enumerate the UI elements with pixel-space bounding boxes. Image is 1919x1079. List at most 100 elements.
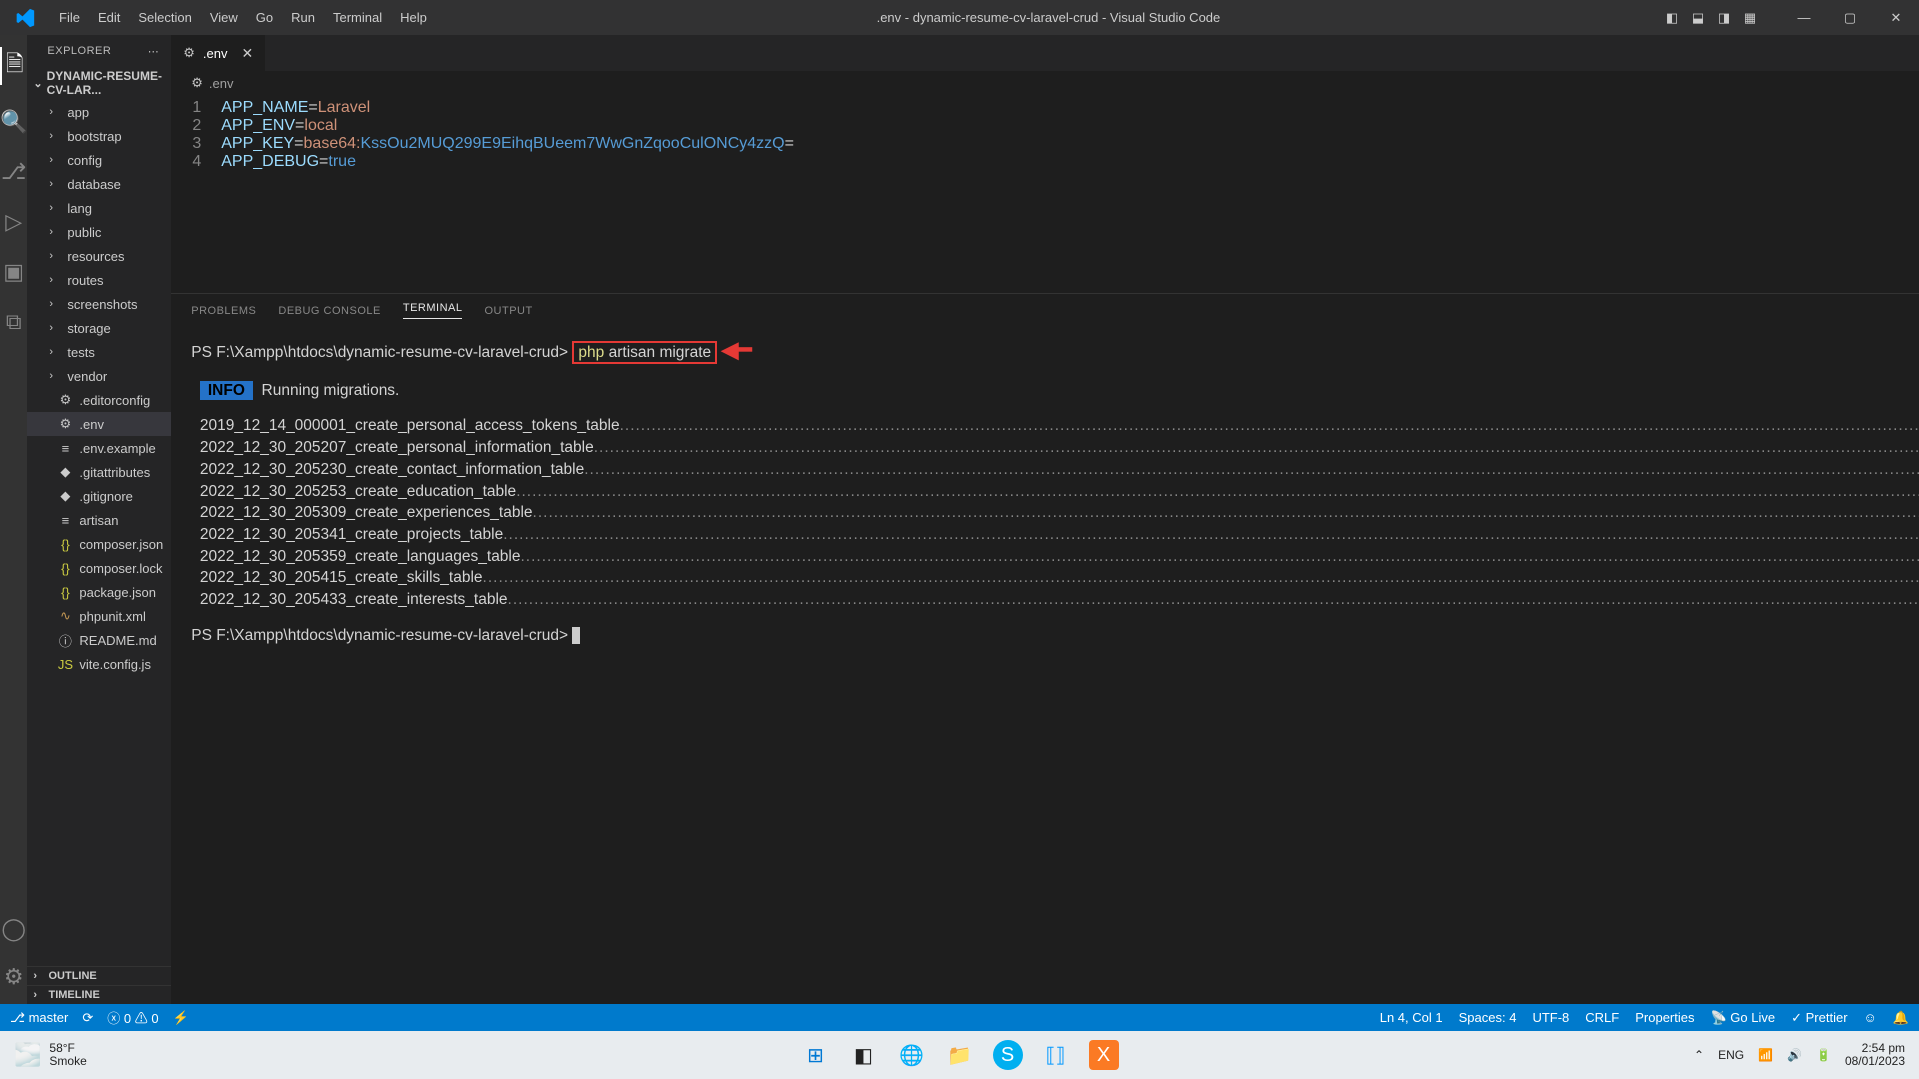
start-button[interactable]: ⊞ (801, 1040, 831, 1070)
tab-debug-console[interactable]: DEBUG CONSOLE (278, 305, 380, 317)
maximize-icon[interactable]: ▢ (1827, 10, 1873, 26)
file-icon: {} (57, 585, 73, 600)
file-label: .gitattributes (79, 465, 150, 480)
search-icon[interactable]: 🔍 (0, 109, 27, 135)
breadcrumb[interactable]: ⚙ .env (171, 71, 1919, 95)
timeline-section[interactable]: › TIMELINE (27, 985, 171, 1004)
live-server-icon[interactable]: ⚡ (173, 1010, 189, 1026)
folder-public[interactable]: ›public (27, 220, 171, 244)
tab-problems[interactable]: PROBLEMS (191, 305, 256, 317)
workspace-root[interactable]: ⌄ DYNAMIC-RESUME-CV-LAR... (27, 66, 171, 100)
menu-selection[interactable]: Selection (129, 10, 200, 25)
clock-date: 08/01/2023 (1845, 1055, 1905, 1068)
battery-icon[interactable]: 🔋 (1816, 1048, 1831, 1062)
file-.editorconfig[interactable]: ⚙.editorconfig (27, 388, 171, 412)
task-view-icon[interactable]: ◧ (849, 1040, 879, 1070)
problems-status[interactable]: ⓧ 0 ⚠ 0 (107, 1008, 158, 1027)
folder-bootstrap[interactable]: ›bootstrap (27, 124, 171, 148)
feedback-icon[interactable]: ☺ (1864, 1010, 1877, 1025)
menu-go[interactable]: Go (247, 10, 282, 25)
customize-layout-icon[interactable]: ▦ (1739, 10, 1761, 26)
explorer-more-icon[interactable]: ⋯ (148, 45, 160, 58)
close-tab-icon[interactable]: ✕ (241, 45, 253, 62)
folder-app[interactable]: ›app (27, 100, 171, 124)
chrome-icon[interactable]: 🌐 (897, 1040, 927, 1070)
accounts-icon[interactable]: ◯ (1, 916, 26, 942)
file-artisan[interactable]: ≡artisan (27, 508, 171, 532)
wifi-icon[interactable]: 📶 (1758, 1048, 1773, 1062)
file-vite.config.js[interactable]: JSvite.config.js (27, 652, 171, 676)
outline-section[interactable]: › OUTLINE (27, 966, 171, 985)
menu-edit[interactable]: Edit (89, 10, 129, 25)
run-debug-icon[interactable]: ▷ (5, 209, 22, 235)
extensions-icon[interactable]: ▣ (3, 259, 24, 285)
folder-label: tests (67, 345, 94, 360)
main-menu: File Edit Selection View Go Run Terminal… (50, 10, 436, 25)
file-icon: ⚙ (57, 416, 73, 432)
toggle-primary-sidebar-icon[interactable]: ◧ (1661, 10, 1683, 26)
source-control-icon[interactable]: ⎇ (1, 159, 26, 185)
volume-icon[interactable]: 🔊 (1787, 1048, 1802, 1062)
folder-resources[interactable]: ›resources (27, 244, 171, 268)
tab-output[interactable]: OUTPUT (484, 305, 532, 317)
folder-routes[interactable]: ›routes (27, 268, 171, 292)
notifications-icon[interactable]: 🔔 (1893, 1010, 1909, 1026)
sync-icon[interactable]: ⟳ (82, 1010, 93, 1026)
code-editor[interactable]: 1APP_NAME=Laravel 2APP_ENV=local 3APP_KE… (171, 95, 1919, 175)
tray-overflow-icon[interactable]: ⌃ (1694, 1048, 1704, 1062)
encoding[interactable]: UTF-8 (1532, 1010, 1569, 1025)
menu-file[interactable]: File (50, 10, 89, 25)
file-label: package.json (79, 585, 156, 600)
file-.gitignore[interactable]: ◆.gitignore (27, 484, 171, 508)
file-README.md[interactable]: ⓘREADME.md (27, 628, 171, 652)
folder-tests[interactable]: ›tests (27, 340, 171, 364)
file-composer.lock[interactable]: {}composer.lock (27, 556, 171, 580)
info-text: Running migrations. (262, 382, 400, 399)
remote-icon[interactable]: ⧉ (6, 309, 22, 335)
file-composer.json[interactable]: {}composer.json (27, 532, 171, 556)
folder-database[interactable]: ›database (27, 172, 171, 196)
go-live[interactable]: 📡 Go Live (1710, 1010, 1775, 1026)
tab-terminal[interactable]: TERMINAL (403, 302, 463, 319)
terminal[interactable]: PS F:\Xampp\htdocs\dynamic-resume-cv-lar… (171, 323, 1919, 1004)
language-indicator[interactable]: ENG (1718, 1048, 1744, 1062)
file-label: composer.lock (79, 561, 162, 576)
file-.gitattributes[interactable]: ◆.gitattributes (27, 460, 171, 484)
vscode-taskbar-icon[interactable]: ⟦⟧ (1041, 1040, 1071, 1070)
file-icon: ⚙ (57, 392, 73, 408)
folder-vendor[interactable]: ›vendor (27, 364, 171, 388)
skype-icon[interactable]: S (993, 1040, 1023, 1070)
file-.env.example[interactable]: ≡.env.example (27, 436, 171, 460)
prettier-status[interactable]: ✓ Prettier (1791, 1010, 1847, 1026)
migration-row: 2022_12_30_205309_create_experiences_tab… (191, 502, 1919, 524)
settings-gear-icon[interactable]: ⚙ (4, 964, 24, 990)
xampp-icon[interactable]: X (1089, 1040, 1119, 1070)
file-explorer-icon[interactable]: 📁 (945, 1040, 975, 1070)
folder-lang[interactable]: ›lang (27, 196, 171, 220)
indentation[interactable]: Spaces: 4 (1459, 1010, 1517, 1025)
menu-run[interactable]: Run (282, 10, 324, 25)
file-.env[interactable]: ⚙.env (27, 412, 171, 436)
menu-help[interactable]: Help (391, 10, 436, 25)
folder-label: public (67, 225, 101, 240)
close-icon[interactable]: ✕ (1873, 10, 1919, 26)
file-package.json[interactable]: {} package.json (27, 580, 171, 604)
explorer-icon[interactable]: 🗎 (0, 47, 27, 85)
menu-terminal[interactable]: Terminal (324, 10, 391, 25)
folder-storage[interactable]: ›storage (27, 316, 171, 340)
clock[interactable]: 2:54 pm 08/01/2023 (1845, 1042, 1905, 1068)
folder-label: screenshots (67, 297, 137, 312)
git-branch[interactable]: ⎇ master (10, 1010, 68, 1026)
folder-screenshots[interactable]: ›screenshots (27, 292, 171, 316)
cursor-position[interactable]: Ln 4, Col 1 (1380, 1010, 1443, 1025)
toggle-panel-icon[interactable]: ⬓ (1687, 10, 1709, 26)
eol[interactable]: CRLF (1585, 1010, 1619, 1025)
weather-widget[interactable]: 🌫️ 58°F Smoke (14, 1042, 87, 1068)
folder-config[interactable]: ›config (27, 148, 171, 172)
language-mode[interactable]: Properties (1635, 1010, 1694, 1025)
tab-env[interactable]: ⚙ .env ✕ (171, 35, 266, 71)
toggle-secondary-sidebar-icon[interactable]: ◨ (1713, 10, 1735, 26)
menu-view[interactable]: View (201, 10, 247, 25)
minimize-icon[interactable]: — (1781, 10, 1827, 25)
file-phpunit.xml[interactable]: ∿phpunit.xml (27, 604, 171, 628)
